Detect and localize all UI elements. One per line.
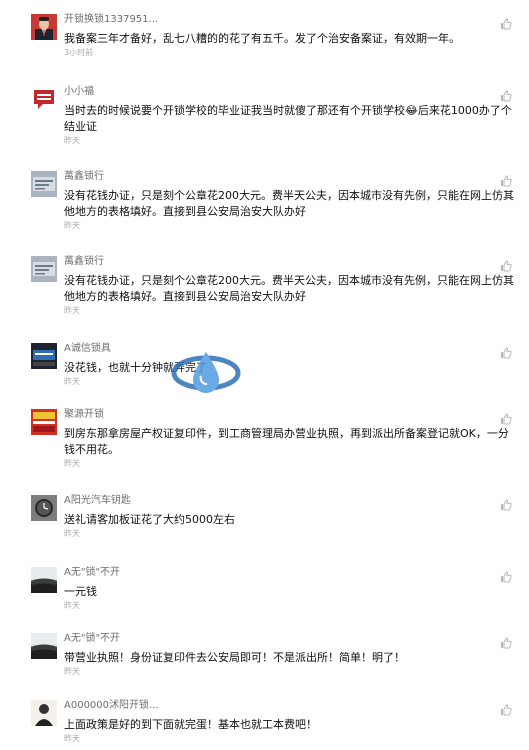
comment-username[interactable]: A无"锁"不开 <box>64 632 120 646</box>
thumbs-up-icon[interactable] <box>500 568 512 583</box>
red-banner-avatar[interactable] <box>31 409 57 435</box>
comment-timestamp: 昨天 <box>64 734 80 743</box>
thumbs-up-icon[interactable] <box>500 701 512 716</box>
comment-timestamp: 昨天 <box>64 529 80 538</box>
comment-timestamp: 昨天 <box>64 667 80 676</box>
thumbs-up-icon[interactable] <box>500 87 512 102</box>
comment-username[interactable]: 小小福 <box>64 85 94 99</box>
comment-timestamp: 3小时前 <box>64 48 94 57</box>
red-speech-bubble-avatar[interactable] <box>31 86 57 112</box>
water-drop-logo-icon <box>171 352 241 393</box>
thumbs-up-icon[interactable] <box>500 410 512 425</box>
comment-timestamp: 昨天 <box>64 306 80 315</box>
comment-text: 当时去的时候说要个开锁学校的毕业证我当时就傻了那还有个开锁学校😂后来花1000办… <box>64 104 512 133</box>
comment-timestamp: 昨天 <box>64 601 80 610</box>
man-in-suit-avatar[interactable] <box>31 14 57 40</box>
comment-text: 没有花钱办证，只是刻个公章花200大元。费半天公夫，因本城市没有先例，只能在网上… <box>64 274 514 303</box>
comment-text: 带营业执照！身份证复印件去公安局即可！不是派出所！简单！明了！ <box>64 651 405 664</box>
thumbs-up-icon[interactable] <box>500 257 512 272</box>
shop-sign-avatar[interactable] <box>31 256 57 282</box>
comment-text: 没花钱，也就十分钟就弄完了 <box>64 361 207 374</box>
comment-username[interactable]: 萬鑫锁行 <box>64 255 104 269</box>
comment-text: 一元钱 <box>64 585 97 598</box>
landscape-avatar[interactable] <box>31 633 57 659</box>
comment-text: 我备案三年才备好，乱七八糟的的花了有五千。发了个治安备案证，有效期一年。 <box>64 32 460 45</box>
comment-username[interactable]: A阳光汽车钥匙 <box>64 494 131 508</box>
comment-timestamp: 昨天 <box>64 377 80 386</box>
comment-username[interactable]: A000000沭阳开锁... <box>64 699 159 713</box>
thumbs-up-icon[interactable] <box>500 496 512 511</box>
shop-sign-avatar[interactable] <box>31 171 57 197</box>
thumbs-up-icon[interactable] <box>500 344 512 359</box>
comment-username[interactable]: 聚源开锁 <box>64 408 104 422</box>
comment-username[interactable]: 开锁换锁1337951... <box>64 13 158 27</box>
comment-username[interactable]: 萬鑫锁行 <box>64 170 104 184</box>
thumbs-up-icon[interactable] <box>500 634 512 649</box>
thumbs-up-icon[interactable] <box>500 172 512 187</box>
comment-username[interactable]: A无"锁"不开 <box>64 566 120 580</box>
comment-text: 送礼请客加板证花了大约5000左右 <box>64 513 235 526</box>
person-portrait-avatar[interactable] <box>31 700 57 726</box>
comment-text: 到房东那拿房屋产权证复印件，到工商管理局办营业执照，再到派出所备案登记就OK，一… <box>64 427 509 456</box>
thumbs-up-icon[interactable] <box>500 15 512 30</box>
comment-text: 上面政策是好的到下面就完蛋！基本也就工本费吧！ <box>64 718 317 731</box>
comment-timestamp: 昨天 <box>64 136 80 145</box>
watch-avatar[interactable] <box>31 495 57 521</box>
dark-shop-sign-avatar[interactable] <box>31 343 57 369</box>
comment-text: 没有花钱办证，只是刻个公章花200大元。费半天公夫，因本城市没有先例，只能在网上… <box>64 189 514 218</box>
comment-timestamp: 昨天 <box>64 459 80 468</box>
comment-timestamp: 昨天 <box>64 221 80 230</box>
landscape-avatar[interactable] <box>31 567 57 593</box>
comment-username[interactable]: A诚信锁具 <box>64 342 111 356</box>
